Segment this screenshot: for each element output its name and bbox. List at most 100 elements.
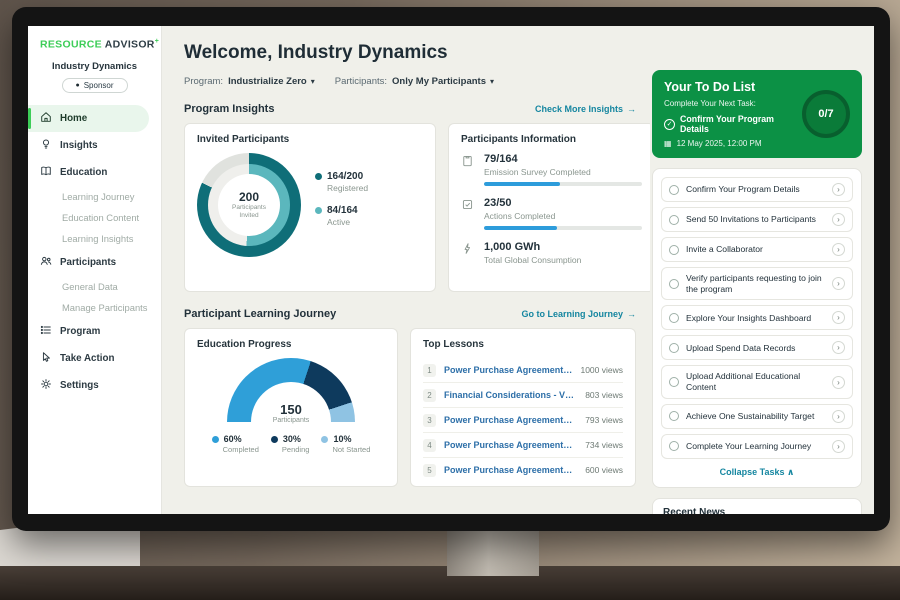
info-row-emission-survey: 79/164 Emission Survey Completed — [461, 153, 642, 186]
checkbox-icon[interactable] — [669, 343, 679, 353]
education-gauge: 150 Participants — [227, 358, 355, 424]
program-select[interactable]: Industrialize Zero ▾ — [228, 76, 315, 87]
legend-item-completed: 60% Completed — [212, 434, 259, 454]
lesson-link[interactable]: Power Purchase Agreements 102 — [444, 440, 577, 450]
chevron-right-icon[interactable]: › — [832, 410, 845, 423]
task-row[interactable]: Send 50 Invitations to Participants › — [661, 207, 853, 232]
participants-select-label: Participants: — [335, 76, 387, 87]
legend-dot — [212, 436, 219, 443]
lightbulb-icon — [40, 138, 52, 153]
info-label: Total Global Consumption — [484, 255, 581, 265]
chevron-down-icon: ▾ — [490, 77, 494, 86]
progress-bar-fill — [484, 182, 560, 186]
sidebar-item-label: Home — [60, 113, 87, 124]
checkbox-icon[interactable] — [669, 313, 679, 323]
sidebar-item-general-data[interactable]: General Data — [28, 276, 161, 297]
sidebar-item-label: Program — [60, 326, 100, 337]
chevron-right-icon[interactable]: › — [832, 311, 845, 324]
task-row[interactable]: Achieve One Sustainability Target › — [661, 404, 853, 429]
sidebar-item-label: Settings — [60, 380, 99, 391]
sidebar-item-education-content[interactable]: Education Content — [28, 207, 161, 228]
chevron-down-icon: ▾ — [311, 77, 315, 86]
todo-next-task: Confirm Your Program Details — [680, 114, 794, 134]
link-label: Go to Learning Journey — [521, 309, 623, 319]
calendar-icon: ▦ — [664, 140, 672, 148]
sidebar-item-label: Take Action — [60, 353, 114, 364]
education-progress-card: Education Progress 150 Participants 60 — [184, 328, 398, 487]
info-value: 23/50 — [484, 197, 642, 209]
chevron-right-icon[interactable]: › — [832, 376, 845, 389]
lesson-link[interactable]: Financial Considerations - VPPAs — [444, 390, 577, 400]
todo-progress-value: 0/7 — [818, 108, 833, 120]
check-more-insights-link[interactable]: Check More Insights → — [535, 104, 636, 114]
legend-item-registered: 164/200 Registered — [315, 171, 368, 193]
sidebar-item-home[interactable]: Home — [28, 105, 149, 132]
legend-label: Not Started — [332, 445, 370, 454]
sidebar-item-manage-participants[interactable]: Manage Participants — [28, 297, 161, 318]
task-row[interactable]: Upload Additional Educational Content › — [661, 365, 853, 398]
sidebar-item-label: Insights — [60, 140, 98, 151]
lesson-row: 1 Power Purchase Agreements 101 1000 vie… — [423, 358, 623, 383]
go-to-learning-journey-link[interactable]: Go to Learning Journey → — [521, 309, 636, 319]
lesson-link[interactable]: Power Purchase Agreements 103 — [444, 465, 577, 475]
sidebar-item-label: Participants — [60, 257, 116, 268]
checkbox-icon[interactable] — [669, 279, 679, 289]
sidebar-item-settings[interactable]: Settings — [28, 372, 161, 399]
task-label: Send 50 Invitations to Participants — [686, 214, 825, 225]
chevron-right-icon[interactable]: › — [832, 213, 845, 226]
clipboard-icon — [461, 153, 475, 186]
lesson-rank: 5 — [423, 464, 436, 477]
card-title: Education Progress — [197, 339, 385, 350]
legend-item-pending: 30% Pending — [271, 434, 310, 454]
checkbox-icon[interactable] — [669, 185, 679, 195]
chevron-right-icon[interactable]: › — [832, 243, 845, 256]
sidebar-item-learning-insights[interactable]: Learning Insights — [28, 228, 161, 249]
checkbox-icon[interactable] — [669, 215, 679, 225]
task-row[interactable]: Complete Your Learning Journey › — [661, 434, 853, 459]
chevron-right-icon[interactable]: › — [832, 341, 845, 354]
lesson-views: 793 views — [585, 415, 623, 425]
lesson-rank: 3 — [423, 414, 436, 427]
lesson-link[interactable]: Power Purchase Agreements 101 — [444, 415, 577, 425]
task-row[interactable]: Confirm Your Program Details › — [661, 177, 853, 202]
program-insights-title: Program Insights — [184, 103, 274, 115]
sidebar-item-take-action[interactable]: Take Action — [28, 345, 161, 372]
task-row[interactable]: Invite a Collaborator › — [661, 237, 853, 262]
task-row[interactable]: Verify participants requesting to join t… — [661, 267, 853, 300]
learning-journey-title: Participant Learning Journey — [184, 308, 336, 320]
program-select-value: Industrialize Zero — [228, 76, 307, 87]
sponsor-badge[interactable]: ● Sponsor — [62, 78, 128, 93]
sidebar-item-learning-journey[interactable]: Learning Journey — [28, 186, 161, 207]
invited-donut-inner: 200 Participants Invited — [208, 164, 290, 246]
checkbox-icon[interactable] — [669, 377, 679, 387]
sidebar-item-participants[interactable]: Participants — [28, 249, 161, 276]
chevron-right-icon[interactable]: › — [832, 277, 845, 290]
cursor-icon — [40, 351, 52, 366]
task-label: Complete Your Learning Journey — [686, 441, 825, 452]
app-window: RESOURCE ADVISOR+ Industry Dynamics ● Sp… — [28, 26, 874, 514]
lesson-rank: 1 — [423, 364, 436, 377]
sidebar-item-label: Education — [60, 167, 107, 178]
chevron-right-icon[interactable]: › — [832, 183, 845, 196]
participants-select-value: Only My Participants — [392, 76, 486, 87]
task-label: Invite a Collaborator — [686, 244, 825, 255]
sidebar-item-program[interactable]: Program — [28, 318, 161, 345]
checkbox-icon[interactable] — [669, 245, 679, 255]
checkbox-icon[interactable] — [669, 411, 679, 421]
sidebar-item-insights[interactable]: Insights — [28, 132, 161, 159]
legend-value: 84/164 — [327, 205, 358, 216]
progress-bar — [484, 226, 642, 230]
legend-item-not-started: 10% Not Started — [321, 434, 370, 454]
participants-information-card: Participants Information 79/164 Emission… — [448, 123, 655, 292]
chevron-right-icon[interactable]: › — [832, 440, 845, 453]
lesson-link[interactable]: Power Purchase Agreements 101 — [444, 365, 572, 375]
checkbox-icon[interactable] — [669, 441, 679, 451]
card-title: Participants Information — [461, 134, 642, 145]
sidebar-item-education[interactable]: Education — [28, 159, 161, 186]
participants-select[interactable]: Only My Participants ▾ — [392, 76, 494, 87]
task-row[interactable]: Explore Your Insights Dashboard › — [661, 305, 853, 330]
filter-bar: Program: Industrialize Zero ▾ Participan… — [184, 76, 636, 87]
info-value: 1,000 GWh — [484, 241, 581, 253]
task-row[interactable]: Upload Spend Data Records › — [661, 335, 853, 360]
collapse-tasks-link[interactable]: Collapse Tasks ∧ — [661, 464, 853, 479]
